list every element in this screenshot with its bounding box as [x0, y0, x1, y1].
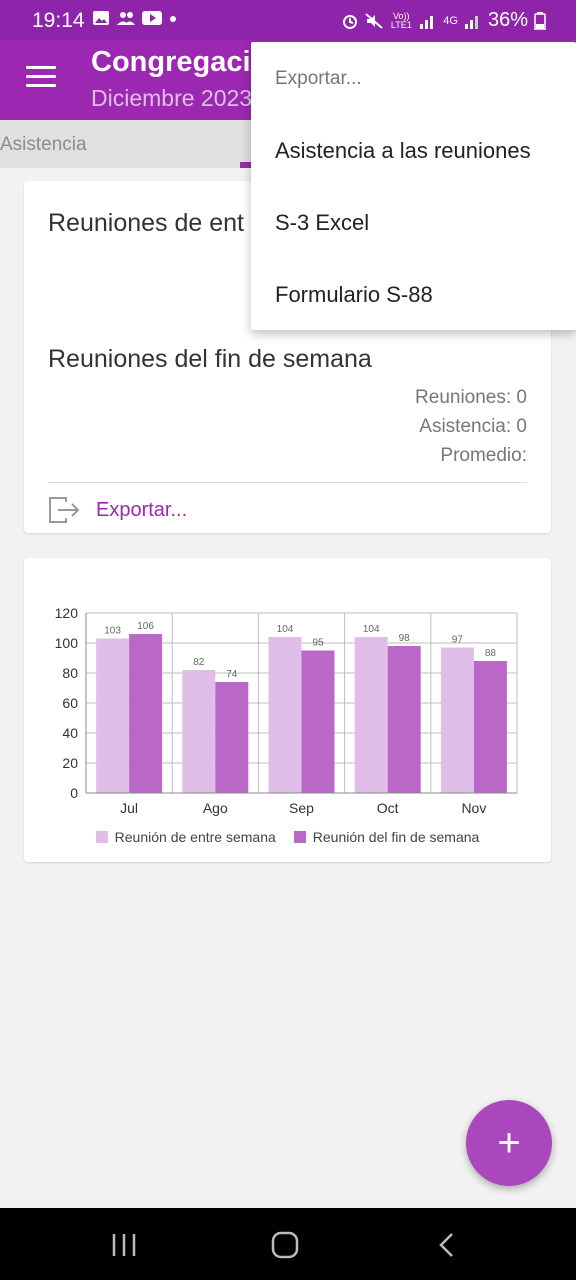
gallery-icon	[93, 11, 109, 25]
bar	[129, 634, 163, 793]
bar	[182, 670, 216, 793]
navigation-bar	[0, 1208, 576, 1280]
export-icon	[49, 497, 80, 523]
bar	[301, 650, 335, 793]
signal-2-icon	[464, 15, 478, 29]
system-icons: Vo)) LTE1 4G 36%	[341, 9, 546, 32]
mute-icon	[365, 12, 383, 29]
data-label: 88	[485, 648, 497, 659]
y-tick-label: 60	[62, 695, 78, 711]
y-tick-label: 120	[55, 605, 79, 621]
bar	[473, 661, 507, 793]
data-label: 97	[452, 635, 464, 646]
congregation-title: Congregacio	[91, 46, 269, 78]
export-menu: Exportar... Asistencia a las reuniones S…	[251, 42, 576, 330]
status-time: 19:14	[32, 9, 85, 32]
x-tick-label: Oct	[377, 800, 399, 816]
volte-label: Vo)) LTE1	[390, 10, 412, 30]
x-tick-label: Sep	[289, 800, 314, 816]
network-type: 4G	[443, 14, 458, 27]
attendance-bar-chart: 0 20 40 60 80 100 120 103 106 Jul 82 74 Ago 104 95 Sep 1…	[55, 605, 518, 816]
bar	[440, 647, 474, 793]
legend-swatch-weekend	[293, 831, 306, 843]
signal-icon	[420, 15, 434, 29]
youtube-icon	[142, 11, 162, 25]
y-tick-label: 0	[70, 785, 78, 801]
legend-label-weekend: Reunión del fin de semana	[312, 829, 480, 845]
menu-button[interactable]	[26, 66, 56, 90]
add-button[interactable]: +	[466, 1100, 552, 1186]
export-label: Exportar...	[96, 498, 188, 521]
export-menu-header: Exportar...	[275, 68, 362, 89]
legend-item-weekend: Reunión del fin de semana	[293, 829, 480, 845]
month-subtitle: Diciembre 2023	[91, 85, 253, 111]
data-label: 104	[363, 624, 380, 635]
weekend-section-title: Reuniones del fin de semana	[48, 345, 372, 373]
y-tick-label: 100	[55, 635, 79, 651]
divider	[48, 482, 527, 483]
hamburger-icon	[26, 66, 56, 69]
x-tick-label: Ago	[203, 800, 228, 816]
battery-percent: 36%	[487, 9, 528, 31]
bar	[215, 682, 249, 793]
legend-item-midweek: Reunión de entre semana	[95, 829, 276, 845]
home-icon[interactable]	[265, 1230, 305, 1260]
tab-asistencia[interactable]: Asistencia	[0, 134, 87, 156]
y-tick-label: 40	[62, 725, 78, 741]
chart-legend: Reunión de entre semana Reunión del fin …	[24, 829, 551, 845]
midweek-section-title: Reuniones de ent	[48, 209, 244, 237]
back-icon[interactable]	[428, 1230, 468, 1260]
people-icon	[117, 12, 135, 25]
data-label: 74	[226, 669, 238, 680]
status-bar: 19:14 Vo)) LTE1 4G 36%	[0, 0, 576, 40]
recent-apps-icon[interactable]	[104, 1230, 144, 1260]
meetings-count: Reuniones: 0	[415, 387, 527, 408]
legend-swatch-midweek	[95, 831, 108, 843]
data-label: 106	[137, 621, 154, 632]
data-label: 95	[312, 638, 324, 649]
legend-label-midweek: Reunión de entre semana	[114, 829, 276, 845]
data-label: 98	[399, 633, 411, 644]
plus-icon: +	[497, 1120, 521, 1165]
alarm-icon	[343, 14, 358, 29]
battery-icon	[534, 11, 546, 30]
menu-item-s3-excel[interactable]: S-3 Excel	[275, 210, 369, 236]
menu-item-s88-form[interactable]: Formulario S-88	[275, 282, 433, 308]
x-tick-label: Nov	[461, 800, 486, 816]
x-tick-label: Jul	[120, 800, 138, 816]
bar	[268, 637, 302, 793]
bar	[96, 638, 130, 793]
y-tick-label: 20	[62, 755, 78, 771]
export-button[interactable]: Exportar...	[48, 495, 187, 525]
data-label: 104	[277, 624, 294, 635]
notification-icons	[92, 10, 177, 26]
y-tick-label: 80	[62, 665, 78, 681]
dot-icon	[170, 16, 176, 22]
menu-item-attendance[interactable]: Asistencia a las reuniones	[275, 138, 531, 164]
attendance-average: Promedio:	[440, 445, 527, 466]
attendance-total: Asistencia: 0	[419, 416, 527, 437]
data-label: 82	[193, 657, 205, 668]
attendance-chart-card: 0 20 40 60 80 100 120 103 106 Jul 82 74 Ago 104 95 Sep 1…	[24, 558, 551, 862]
bar	[387, 646, 421, 793]
data-label: 103	[104, 626, 121, 637]
bar	[354, 637, 388, 793]
